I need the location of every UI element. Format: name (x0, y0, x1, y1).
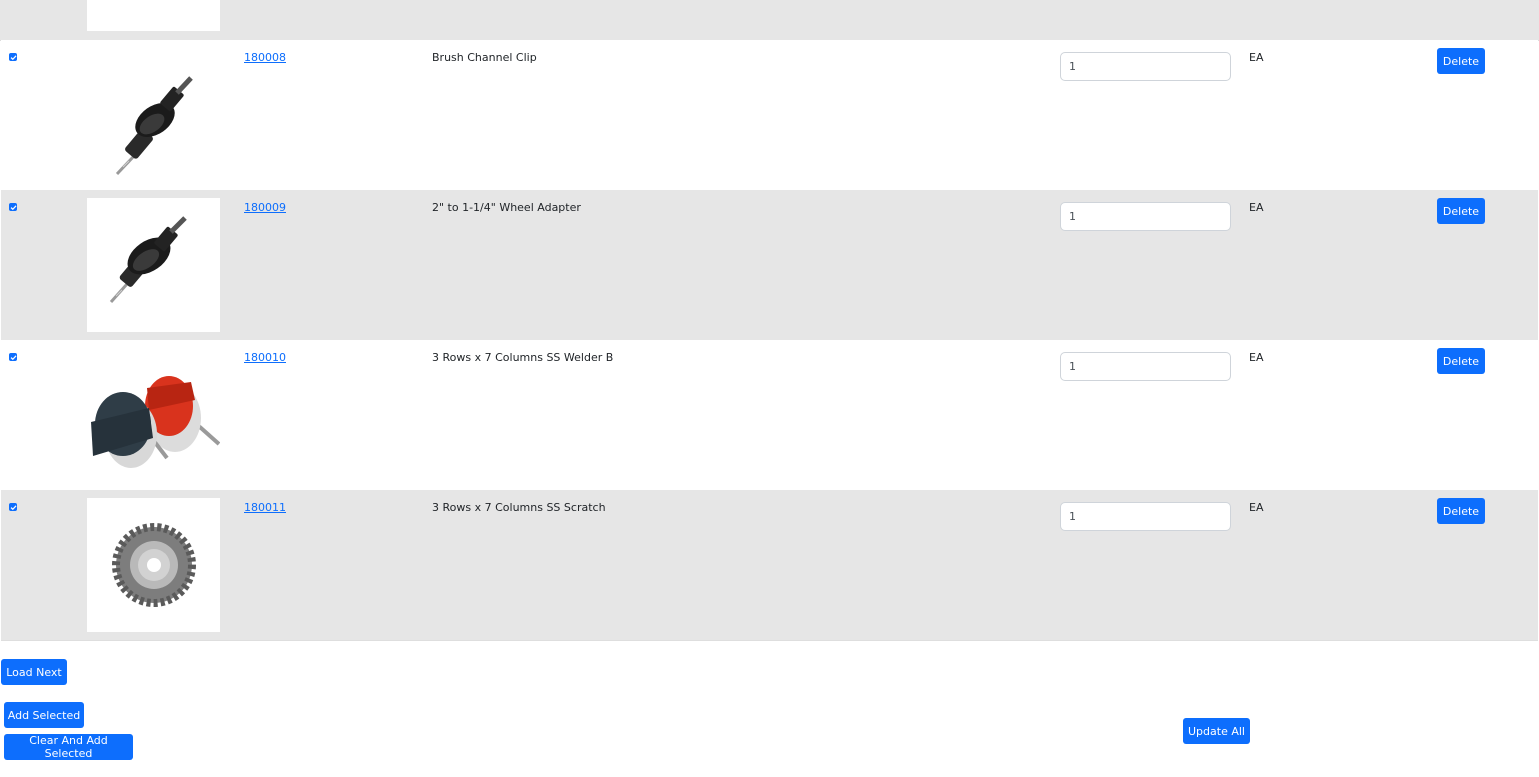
row-select-checkbox[interactable] (9, 53, 17, 61)
unit-of-measure: EA (1249, 51, 1264, 64)
table-row: 180010 3 Rows x 7 Columns SS Welder B EA… (1, 340, 1538, 491)
quantity-input[interactable] (1060, 502, 1231, 531)
unit-of-measure: EA (1249, 501, 1264, 514)
product-description: 2" to 1-1/4" Wheel Adapter (432, 201, 581, 214)
row-select-checkbox[interactable] (9, 503, 17, 511)
product-description: 3 Rows x 7 Columns SS Welder B (432, 351, 614, 364)
delete-button[interactable]: Delete (1437, 48, 1485, 74)
load-next-button[interactable]: Load Next (1, 659, 67, 685)
product-description: 3 Rows x 7 Columns SS Scratch (432, 501, 606, 514)
delete-button[interactable]: Delete (1437, 348, 1485, 374)
quantity-input[interactable] (1060, 52, 1231, 81)
product-description: Brush Channel Clip (432, 51, 537, 64)
table-row: 180008 Brush Channel Clip EA Delete (1, 40, 1538, 191)
product-image-hole-saw-arbor (87, 48, 220, 182)
table-row: 180011 3 Rows x 7 Columns SS Scratch EA … (1, 490, 1538, 641)
add-selected-button[interactable]: Add Selected (4, 702, 84, 728)
previous-row-partial (0, 0, 1539, 41)
unit-of-measure: EA (1249, 201, 1264, 214)
product-thumbnail (87, 0, 220, 31)
sku-link[interactable]: 180010 (244, 351, 286, 364)
unit-of-measure: EA (1249, 351, 1264, 364)
update-all-button[interactable]: Update All (1183, 718, 1250, 744)
sku-link[interactable]: 180008 (244, 51, 286, 64)
product-image-hole-saw-arbor (87, 198, 220, 332)
sku-link[interactable]: 180009 (244, 201, 286, 214)
row-select-checkbox[interactable] (9, 353, 17, 361)
delete-button[interactable]: Delete (1437, 198, 1485, 224)
delete-button[interactable]: Delete (1437, 498, 1485, 524)
product-image-knotted-wire-wheel (87, 498, 220, 632)
sku-link[interactable]: 180011 (244, 501, 286, 514)
row-select-checkbox[interactable] (9, 203, 17, 211)
quantity-input[interactable] (1060, 202, 1231, 231)
quantity-input[interactable] (1060, 352, 1231, 381)
product-image-nylon-cup-brushes (87, 348, 220, 482)
table-row: 180009 2" to 1-1/4" Wheel Adapter EA Del… (1, 190, 1538, 341)
clear-and-add-selected-button[interactable]: Clear And Add Selected (4, 734, 133, 760)
